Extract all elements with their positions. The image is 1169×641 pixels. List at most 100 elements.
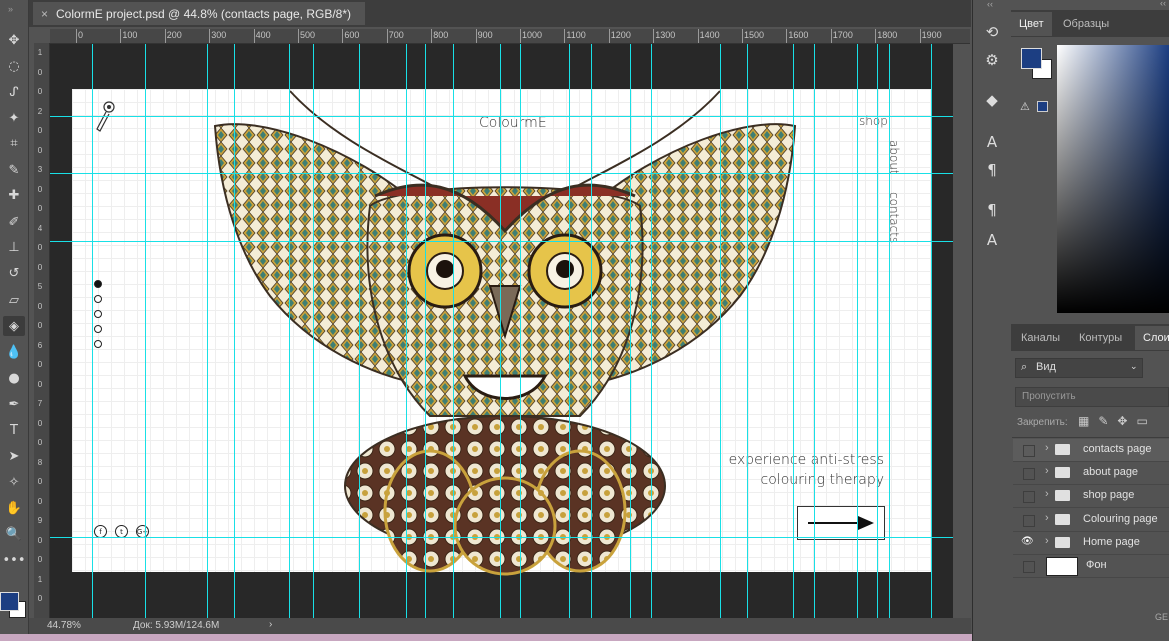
guide-vertical[interactable] bbox=[406, 44, 407, 618]
healing-tool[interactable]: ✚ bbox=[3, 185, 25, 205]
guide-vertical[interactable] bbox=[814, 44, 815, 618]
pen-tool[interactable]: ✒ bbox=[3, 394, 25, 414]
paint-bucket-tool[interactable]: ◈ bbox=[3, 316, 25, 336]
layer-row[interactable]: Фон bbox=[1013, 555, 1169, 578]
slide-dot-4[interactable] bbox=[94, 325, 102, 333]
guide-vertical[interactable] bbox=[207, 44, 208, 618]
close-tab-icon[interactable]: × bbox=[41, 7, 48, 21]
tab-layers[interactable]: Слои bbox=[1135, 326, 1169, 350]
zoom-level[interactable]: 44.78% bbox=[47, 620, 81, 631]
foreground-color-swatch[interactable] bbox=[1021, 48, 1042, 69]
gamut-warning-icon[interactable]: ⚠ bbox=[1020, 100, 1030, 113]
blur-tool[interactable]: 💧 bbox=[3, 342, 25, 362]
vertical-ruler[interactable]: 1 0 0 2 0 0 3 0 0 4 0 0 5 0 0 6 0 0 7 0 0 8 0 0 9 0 0 1 0 bbox=[34, 43, 50, 618]
shape-tool[interactable]: ✧ bbox=[3, 472, 25, 492]
guide-vertical[interactable] bbox=[720, 44, 721, 618]
paragraph-styles-icon[interactable]: ¶ bbox=[981, 200, 1003, 220]
arrow-button[interactable] bbox=[797, 506, 885, 540]
guide-vertical[interactable] bbox=[313, 44, 314, 618]
character-styles-icon[interactable]: A bbox=[981, 230, 1003, 250]
guide-horizontal[interactable] bbox=[50, 173, 953, 174]
guide-vertical[interactable] bbox=[630, 44, 631, 618]
marquee-tool[interactable]: ◌ bbox=[3, 56, 25, 76]
properties-icon[interactable]: ⚙ bbox=[981, 50, 1003, 70]
guide-vertical[interactable] bbox=[234, 44, 235, 618]
guide-vertical[interactable] bbox=[453, 44, 454, 618]
slide-dot-2[interactable] bbox=[94, 295, 102, 303]
expand-chevron-icon[interactable]: › bbox=[1045, 488, 1049, 500]
blend-mode-select[interactable]: Пропустить bbox=[1015, 387, 1169, 407]
site-brand[interactable]: ColourmE bbox=[479, 115, 547, 131]
layer-row[interactable]: › contacts page bbox=[1013, 439, 1169, 462]
guide-vertical[interactable] bbox=[359, 44, 360, 618]
status-menu-icon[interactable]: › bbox=[269, 619, 272, 630]
slide-dot-3[interactable] bbox=[94, 310, 102, 318]
layer-filter-select[interactable]: ⌕ Вид ⌄ bbox=[1015, 358, 1143, 378]
color-picker-field[interactable] bbox=[1057, 45, 1169, 313]
slide-dot-5[interactable] bbox=[94, 340, 102, 348]
dodge-tool[interactable]: ● bbox=[3, 368, 25, 388]
expand-chevron-icon[interactable]: › bbox=[1045, 465, 1049, 477]
visibility-toggle[interactable] bbox=[1023, 445, 1035, 457]
document-tab[interactable]: × ColormE project.psd @ 44.8% (contacts … bbox=[33, 2, 365, 25]
guide-vertical[interactable] bbox=[889, 44, 890, 618]
tab-channels[interactable]: Каналы bbox=[1013, 326, 1068, 350]
gamut-color-swatch[interactable] bbox=[1037, 101, 1048, 112]
guide-vertical[interactable] bbox=[500, 44, 501, 618]
paragraph-icon[interactable]: ¶ bbox=[981, 160, 1003, 180]
history-icon[interactable]: ⟲ bbox=[981, 22, 1003, 42]
visibility-eye-icon[interactable]: 👁 bbox=[1021, 536, 1034, 548]
eyedropper-tool[interactable]: ✎ bbox=[3, 160, 25, 180]
expand-chevron-icon[interactable]: › bbox=[1045, 442, 1049, 454]
layer-row[interactable]: › about page bbox=[1013, 462, 1169, 486]
guide-vertical[interactable] bbox=[289, 44, 290, 618]
panel-collapse-icon[interactable]: ‹‹ bbox=[987, 0, 993, 9]
guide-horizontal[interactable] bbox=[50, 537, 953, 538]
layer-row[interactable]: 👁 › Home page bbox=[1013, 532, 1169, 555]
guide-vertical[interactable] bbox=[145, 44, 146, 618]
lock-icons[interactable]: ▦✎✥▭ bbox=[1078, 414, 1157, 428]
hand-tool[interactable]: ✋ bbox=[3, 498, 25, 518]
stamp-tool[interactable]: ⊥ bbox=[3, 237, 25, 257]
guide-vertical[interactable] bbox=[857, 44, 858, 618]
guide-vertical[interactable] bbox=[651, 44, 652, 618]
guide-vertical[interactable] bbox=[793, 44, 794, 618]
guide-vertical[interactable] bbox=[747, 44, 748, 618]
guide-vertical[interactable] bbox=[92, 44, 93, 618]
more-tools[interactable]: ••• bbox=[3, 550, 26, 570]
horizontal-ruler[interactable]: 0 100 200 300 400 500 600 700 800 900 1000 1100 1200… bbox=[50, 29, 970, 44]
toolbar-foreground-swatch[interactable] bbox=[0, 592, 19, 611]
toolbar-collapse-icon[interactable]: » bbox=[8, 4, 13, 14]
3d-icon[interactable]: ◆ bbox=[981, 90, 1003, 110]
guide-vertical[interactable] bbox=[425, 44, 426, 618]
move-tool[interactable]: ✥ bbox=[3, 30, 25, 50]
visibility-toggle[interactable] bbox=[1023, 514, 1035, 527]
layer-row[interactable]: › shop page bbox=[1013, 485, 1169, 509]
right-panel-collapse-icon[interactable]: ‹‹ bbox=[1160, 0, 1166, 8]
lasso-tool[interactable]: ᔑ bbox=[3, 82, 25, 102]
path-select-tool[interactable]: ➤ bbox=[3, 446, 25, 466]
guide-vertical[interactable] bbox=[569, 44, 570, 618]
type-tool[interactable]: T bbox=[3, 420, 25, 440]
expand-chevron-icon[interactable]: › bbox=[1045, 535, 1049, 547]
crop-tool[interactable]: ⌗ bbox=[3, 133, 25, 153]
expand-chevron-icon[interactable]: › bbox=[1045, 512, 1049, 524]
magic-wand-tool[interactable]: ✦ bbox=[3, 108, 25, 128]
tab-swatches[interactable]: Образцы bbox=[1055, 12, 1117, 36]
eraser-tool[interactable]: ▱ bbox=[3, 290, 25, 310]
visibility-toggle[interactable] bbox=[1023, 491, 1035, 504]
guide-vertical[interactable] bbox=[931, 44, 932, 618]
tab-color[interactable]: Цвет bbox=[1011, 12, 1052, 36]
tab-paths[interactable]: Контуры bbox=[1071, 326, 1130, 350]
guide-vertical[interactable] bbox=[591, 44, 592, 618]
character-icon[interactable]: A bbox=[981, 132, 1003, 152]
brush-tool[interactable]: ✐ bbox=[3, 212, 25, 232]
guide-horizontal[interactable] bbox=[50, 116, 953, 117]
guide-vertical[interactable] bbox=[520, 44, 521, 618]
visibility-toggle[interactable] bbox=[1023, 468, 1035, 481]
history-brush-tool[interactable]: ↺ bbox=[3, 263, 25, 283]
guide-horizontal[interactable] bbox=[50, 241, 953, 242]
layer-row[interactable]: › Colouring page bbox=[1013, 509, 1169, 532]
guide-vertical[interactable] bbox=[877, 44, 878, 618]
visibility-toggle[interactable] bbox=[1023, 561, 1035, 573]
